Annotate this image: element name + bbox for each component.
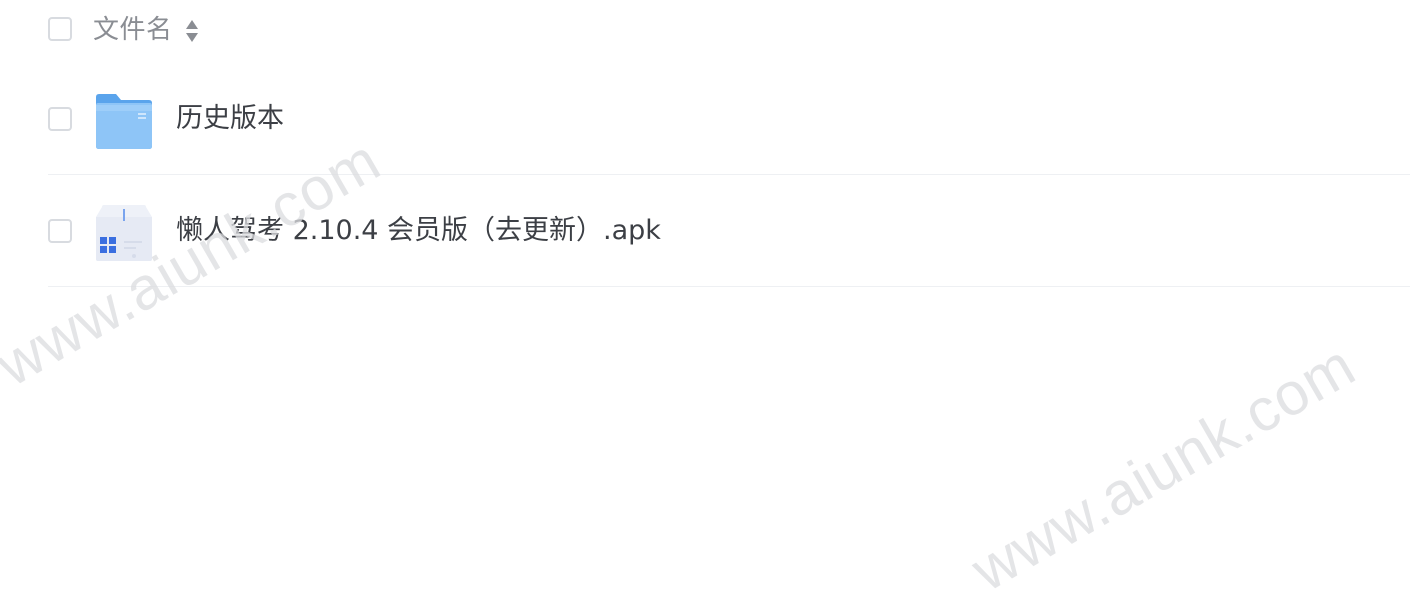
file-row-apk[interactable]: 懒人驾考 2.10.4 会员版（去更新）.apk xyxy=(48,175,1410,287)
select-all-checkbox[interactable] xyxy=(48,17,72,41)
row-checkbox[interactable] xyxy=(48,219,72,243)
watermark-text: www.aiunk.com xyxy=(960,330,1367,604)
row-checkbox[interactable] xyxy=(48,107,72,131)
column-header-filename[interactable]: 文件名 xyxy=(93,12,173,48)
file-name[interactable]: 历史版本 xyxy=(176,99,284,139)
file-list-header: 文件名 xyxy=(0,0,1410,62)
folder-icon xyxy=(96,94,152,149)
apk-file-icon xyxy=(96,205,152,261)
sort-updown-icon[interactable] xyxy=(184,18,200,44)
file-list: 文件名 历史版本 懒人驾考 2.10.4 会员版（去更新）.apk www.ai… xyxy=(0,0,1410,604)
file-row-folder[interactable]: 历史版本 xyxy=(48,63,1410,175)
file-name[interactable]: 懒人驾考 2.10.4 会员版（去更新）.apk xyxy=(176,211,661,251)
